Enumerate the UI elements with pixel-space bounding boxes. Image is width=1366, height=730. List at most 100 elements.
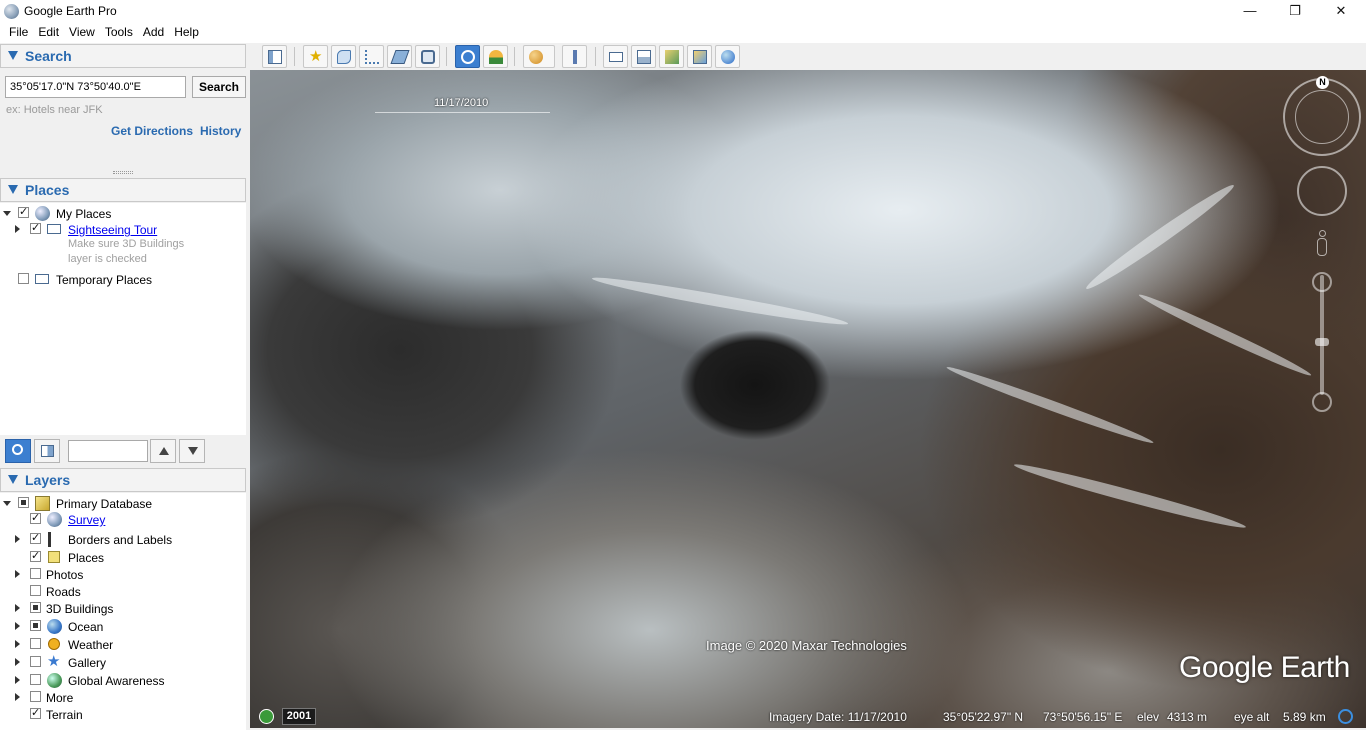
ruler-icon [573,50,577,64]
earth-button[interactable] [715,45,740,68]
menu-edit[interactable]: Edit [33,22,64,39]
layer-ocean[interactable]: Ocean [0,618,240,634]
database-icon [35,496,50,511]
move-down-button[interactable] [179,439,205,463]
save-image-icon [693,50,707,64]
borders-checkbox[interactable] [30,531,41,544]
primary-database-checkbox[interactable] [18,497,29,508]
layers-section-header[interactable]: Layers [0,468,246,492]
search-input[interactable]: 35°05'17.0"N 73°50'40.0"E [5,76,186,98]
places-layer-checkbox[interactable] [30,549,41,562]
get-directions-link[interactable]: Get Directions [111,124,193,138]
layer-more[interactable]: More [0,689,240,705]
close-button[interactable]: ✕ [1318,0,1364,22]
more-checkbox[interactable] [30,691,41,702]
north-indicator[interactable]: N [1316,76,1329,89]
search-in-places-button[interactable] [5,439,31,463]
expand-arrow-icon[interactable] [15,570,20,578]
email-button[interactable] [603,45,628,68]
menu-view[interactable]: View [64,22,100,39]
layer-terrain[interactable]: Terrain [0,706,240,722]
record-tour-button[interactable] [415,45,440,68]
collapse-arrow-icon[interactable] [3,211,11,216]
imagery-year-badge[interactable]: 2001 [282,708,316,725]
save-image-button[interactable] [687,45,712,68]
3d-buildings-checkbox[interactable] [30,602,41,613]
main-toolbar: ★ [250,43,1366,70]
resize-grip[interactable] [113,171,133,174]
zoom-out-icon[interactable] [1312,392,1332,412]
history-link[interactable]: History [200,124,241,138]
view-in-google-maps-button[interactable] [659,45,684,68]
expand-arrow-icon[interactable] [15,604,20,612]
tree-item-temporary-places[interactable]: Temporary Places [0,271,240,287]
move-joystick[interactable] [1297,166,1347,216]
my-places-checkbox[interactable] [18,205,29,218]
zoom-slider-knob[interactable] [1315,338,1329,346]
expand-arrow-icon[interactable] [15,640,20,648]
sunlight-button[interactable] [483,45,508,68]
layer-survey[interactable]: Survey [0,511,240,527]
layer-roads[interactable]: Roads [0,583,240,599]
add-placemark-button[interactable]: ★ [303,45,328,68]
layer-3d-buildings[interactable]: 3D Buildings [0,600,240,616]
historical-clock-icon[interactable] [259,709,274,724]
menu-help[interactable]: Help [169,22,204,39]
sightseeing-checkbox[interactable] [30,221,41,234]
add-image-overlay-button[interactable] [387,45,412,68]
menu-file[interactable]: File [4,22,33,39]
street-view-pegman-icon[interactable] [1316,230,1328,264]
global-awareness-checkbox[interactable] [30,674,41,685]
menu-add[interactable]: Add [138,22,169,39]
layer-borders-labels[interactable]: Borders and Labels [0,531,240,547]
search-section-header[interactable]: Search [0,44,246,68]
add-polygon-button[interactable] [331,45,356,68]
collapse-arrow-icon[interactable] [3,501,11,506]
move-up-button[interactable] [150,439,176,463]
add-path-button[interactable] [359,45,384,68]
expand-arrow-icon[interactable] [15,622,20,630]
planets-button[interactable] [523,45,555,68]
layer-global-awareness[interactable]: Global Awareness [0,672,240,688]
temporary-places-checkbox[interactable] [18,273,29,284]
ruler-button[interactable] [562,45,587,68]
layer-photos[interactable]: Photos [0,566,240,582]
sightseeing-tour-link[interactable]: Sightseeing Tour [68,223,157,237]
toggle-sidebar-button[interactable] [262,45,287,68]
gallery-checkbox[interactable] [30,656,41,667]
ocean-checkbox[interactable] [30,620,41,631]
look-joystick[interactable] [1295,90,1349,144]
expand-arrow-icon[interactable] [15,676,20,684]
toggle-panel-button[interactable] [34,439,60,463]
historical-imagery-button[interactable] [455,45,480,68]
survey-link[interactable]: Survey [68,513,105,527]
expand-arrow-icon[interactable] [15,693,20,701]
layer-primary-database[interactable]: Primary Database [0,495,240,511]
places-filter-input[interactable] [68,440,148,462]
layer-weather[interactable]: Weather [0,636,240,652]
maximize-button[interactable]: ❐ [1272,0,1318,22]
map-view[interactable]: 11/17/2010 Image © 2020 Maxar Technologi… [250,70,1366,728]
tree-item-my-places[interactable]: My Places [0,205,240,221]
expand-arrow-icon[interactable] [15,658,20,666]
weather-checkbox[interactable] [30,638,41,649]
expand-arrow-icon[interactable] [15,535,20,543]
minimize-button[interactable]: — [1227,0,1273,22]
search-button[interactable]: Search [192,76,246,98]
menu-tools[interactable]: Tools [100,22,138,39]
print-button[interactable] [631,45,656,68]
time-slider-line[interactable] [375,112,550,113]
places-section-header[interactable]: Places [0,178,246,202]
terrain-checkbox[interactable] [30,706,41,719]
expand-arrow-icon[interactable] [15,225,20,233]
layer-places[interactable]: Places [0,549,240,565]
zoom-slider[interactable] [1320,275,1324,395]
layer-gallery[interactable]: ★ Gallery [0,654,240,670]
layer-label: Global Awareness [68,674,165,688]
survey-checkbox[interactable] [30,511,41,524]
zoom-in-icon[interactable] [1312,272,1332,292]
layer-label: Terrain [46,708,83,722]
photos-checkbox[interactable] [30,568,41,579]
roads-checkbox[interactable] [30,585,41,596]
tree-item-sightseeing-tour[interactable]: Sightseeing Tour [0,221,240,237]
